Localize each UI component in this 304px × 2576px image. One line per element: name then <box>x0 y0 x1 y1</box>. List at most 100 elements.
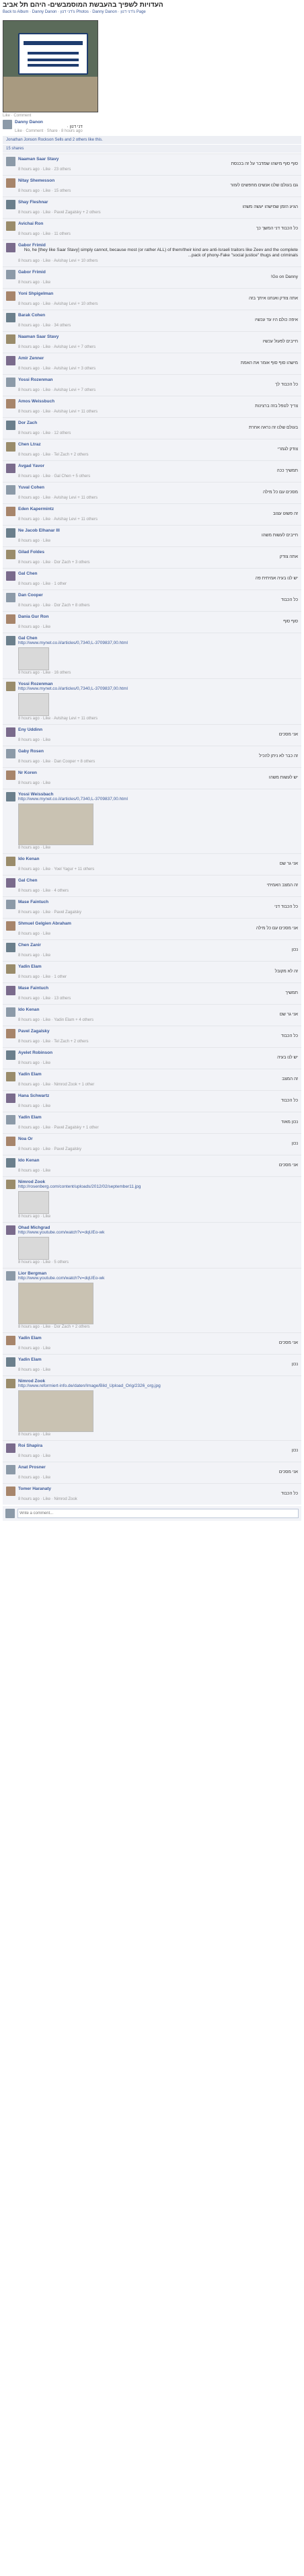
avatar[interactable] <box>6 1072 15 1081</box>
avatar[interactable] <box>6 614 15 624</box>
commenter-name[interactable]: Pavel Zagalsky <box>18 1029 298 1034</box>
comment-meta[interactable]: 8 hours ago · Like <box>18 1061 298 1066</box>
avatar[interactable] <box>6 1180 15 1189</box>
commenter-name[interactable]: Yadin Elam <box>18 1115 298 1120</box>
commenter-name[interactable]: Amos Weissbuch <box>18 399 298 404</box>
link-preview[interactable] <box>18 1283 298 1324</box>
comment-meta[interactable]: 8 hours ago · Like · 23 others <box>18 167 298 172</box>
avatar[interactable] <box>6 1487 15 1496</box>
comment-meta[interactable]: 8 hours ago · Like · 1 other <box>18 581 298 587</box>
owner-avatar[interactable] <box>3 120 12 129</box>
avatar[interactable] <box>6 1137 15 1146</box>
commenter-name[interactable]: Nitay Shemesson <box>18 178 298 183</box>
avatar[interactable] <box>6 986 15 995</box>
commenter-name[interactable]: Ido Kenan <box>18 1007 298 1012</box>
link-thumbnail[interactable] <box>18 1237 49 1260</box>
commenter-name[interactable]: Naaman Saar Stavy <box>18 334 298 339</box>
comment-meta[interactable]: 8 hours ago · Like · Avishay Levi + 11 o… <box>18 517 298 522</box>
commenter-name[interactable]: Shay Fleshnar <box>18 200 298 205</box>
avatar[interactable] <box>6 421 15 430</box>
comment-meta[interactable]: 8 hours ago · Like · Pavel Zagalsky <box>18 910 298 915</box>
commenter-name[interactable]: Avgad Yavor <box>18 464 298 468</box>
comment-meta[interactable]: 8 hours ago · Like · 4 others <box>18 888 298 894</box>
comment-meta[interactable]: 8 hours ago · Like · Avishay Levi + 3 ot… <box>18 366 298 371</box>
owner-name[interactable]: Danny Danon <box>15 120 83 124</box>
avatar[interactable] <box>6 243 15 252</box>
link-preview[interactable] <box>18 693 298 716</box>
comment-meta[interactable]: 8 hours ago · Like · Avishay Levi + 11 o… <box>18 716 298 721</box>
commenter-name[interactable]: Yadin Elam <box>18 1336 298 1340</box>
commenter-name[interactable]: Mase Faintuch <box>18 986 298 991</box>
comment-meta[interactable]: 8 hours ago · Like <box>18 1454 298 1459</box>
commenter-name[interactable]: Gal Chen <box>18 636 298 641</box>
comment-text[interactable]: http://www.youtube.com/watch?v=dqUEo-wk <box>18 1276 298 1281</box>
avatar[interactable] <box>6 771 15 780</box>
comment-meta[interactable]: 8 hours ago · Like <box>18 931 298 937</box>
commenter-name[interactable]: Naaman Saar Stavy <box>18 157 298 162</box>
link-thumbnail[interactable] <box>18 1390 93 1432</box>
comment-meta[interactable]: 8 hours ago · Like · Avishay Levi + 7 ot… <box>18 388 298 393</box>
comment-meta[interactable]: 8 hours ago · Like · Avishay Levi + 10 o… <box>18 258 298 264</box>
comment-meta[interactable]: 8 hours ago · Like <box>18 1346 298 1351</box>
commenter-name[interactable]: Chen Zanir <box>18 943 298 947</box>
avatar[interactable] <box>6 1158 15 1168</box>
avatar[interactable] <box>6 291 15 301</box>
comment-meta[interactable]: 8 hours ago · Like <box>18 1168 298 1174</box>
comment-meta[interactable]: 8 hours ago · Like · Dor Zach + 2 others <box>18 1324 298 1330</box>
link-preview[interactable] <box>18 1191 298 1214</box>
commenter-name[interactable]: Dania Gur Ron <box>18 614 298 619</box>
commenter-name[interactable]: Gabor Frimid <box>18 270 298 275</box>
avatar[interactable] <box>6 749 15 758</box>
avatar[interactable] <box>6 1379 15 1388</box>
commenter-name[interactable]: Gal Chen <box>18 878 298 883</box>
avatar[interactable] <box>6 442 15 452</box>
link-preview[interactable] <box>18 1237 298 1260</box>
avatar[interactable] <box>6 1357 15 1367</box>
avatar[interactable] <box>6 593 15 602</box>
commenter-name[interactable]: Nr Koren <box>18 771 298 775</box>
commenter-name[interactable]: Ido Kenan <box>18 857 298 861</box>
commenter-name[interactable]: Hana Schwartz <box>18 1094 298 1098</box>
comment-text[interactable]: http://www.mynet.co.il/articles/0,7340,L… <box>18 797 298 802</box>
link-preview[interactable] <box>18 803 298 845</box>
comment-meta[interactable]: 8 hours ago · Like · Dan Cooper + 8 othe… <box>18 759 298 764</box>
avatar[interactable] <box>6 157 15 166</box>
avatar[interactable] <box>6 399 15 408</box>
commenter-name[interactable]: Gal Chen <box>18 571 298 576</box>
commenter-name[interactable]: Gabor Frimid <box>18 243 298 248</box>
avatar[interactable] <box>6 1029 15 1038</box>
commenter-name[interactable]: Ohad Michgrad <box>18 1225 298 1230</box>
main-photo[interactable] <box>3 20 98 112</box>
commenter-name[interactable]: Shmuel Gelgien Abraham <box>18 921 298 926</box>
commenter-name[interactable]: Mase Faintuch <box>18 900 298 904</box>
avatar[interactable] <box>6 1115 15 1124</box>
avatar[interactable] <box>6 878 15 888</box>
breadcrumb[interactable]: Back to Album · Danny Danon · דני דנון's… <box>3 9 301 15</box>
avatar[interactable] <box>6 1094 15 1103</box>
avatar[interactable] <box>6 221 15 231</box>
avatar[interactable] <box>6 921 15 931</box>
link-thumbnail[interactable] <box>18 1191 49 1214</box>
avatar[interactable] <box>6 528 15 538</box>
comment-meta[interactable]: 8 hours ago · Like · 5 others <box>18 1260 298 1265</box>
commenter-name[interactable]: Amir Zenner <box>18 356 298 361</box>
commenter-name[interactable]: Nimrod Zook <box>18 1379 298 1384</box>
comment-meta[interactable]: 8 hours ago · Like · Pavel Zagalsky <box>18 1147 298 1152</box>
commenter-name[interactable]: Nimrod Zook <box>18 1180 298 1184</box>
comment-meta[interactable]: 8 hours ago · Like <box>18 738 298 743</box>
comment-meta[interactable]: 8 hours ago · Like <box>18 538 298 544</box>
commenter-name[interactable]: Ido Kenan <box>18 1158 298 1163</box>
commenter-name[interactable]: Ayelet Robinson <box>18 1050 298 1055</box>
avatar[interactable] <box>6 571 15 581</box>
comment-meta[interactable]: 8 hours ago · Like · 12 others <box>18 431 298 436</box>
avatar[interactable] <box>6 334 15 344</box>
comment-meta[interactable]: 8 hours ago · Like <box>18 781 298 786</box>
commenter-name[interactable]: Yossi Weissbach <box>18 792 298 797</box>
comment-text[interactable]: http://www.youtube.com/watch?v=dqUEo-wk <box>18 1230 298 1236</box>
avatar[interactable] <box>6 378 15 387</box>
avatar[interactable] <box>6 900 15 909</box>
comment-meta[interactable]: 8 hours ago · Like · Yadin Elam + 4 othe… <box>18 1017 298 1023</box>
comment-meta[interactable]: 8 hours ago · Like · Avishay Levi + 7 ot… <box>18 345 298 350</box>
comment-text[interactable]: http://www.mynet.co.il/articles/0,7340,L… <box>18 641 298 646</box>
commenter-name[interactable]: Anat Prosner <box>18 1465 298 1470</box>
